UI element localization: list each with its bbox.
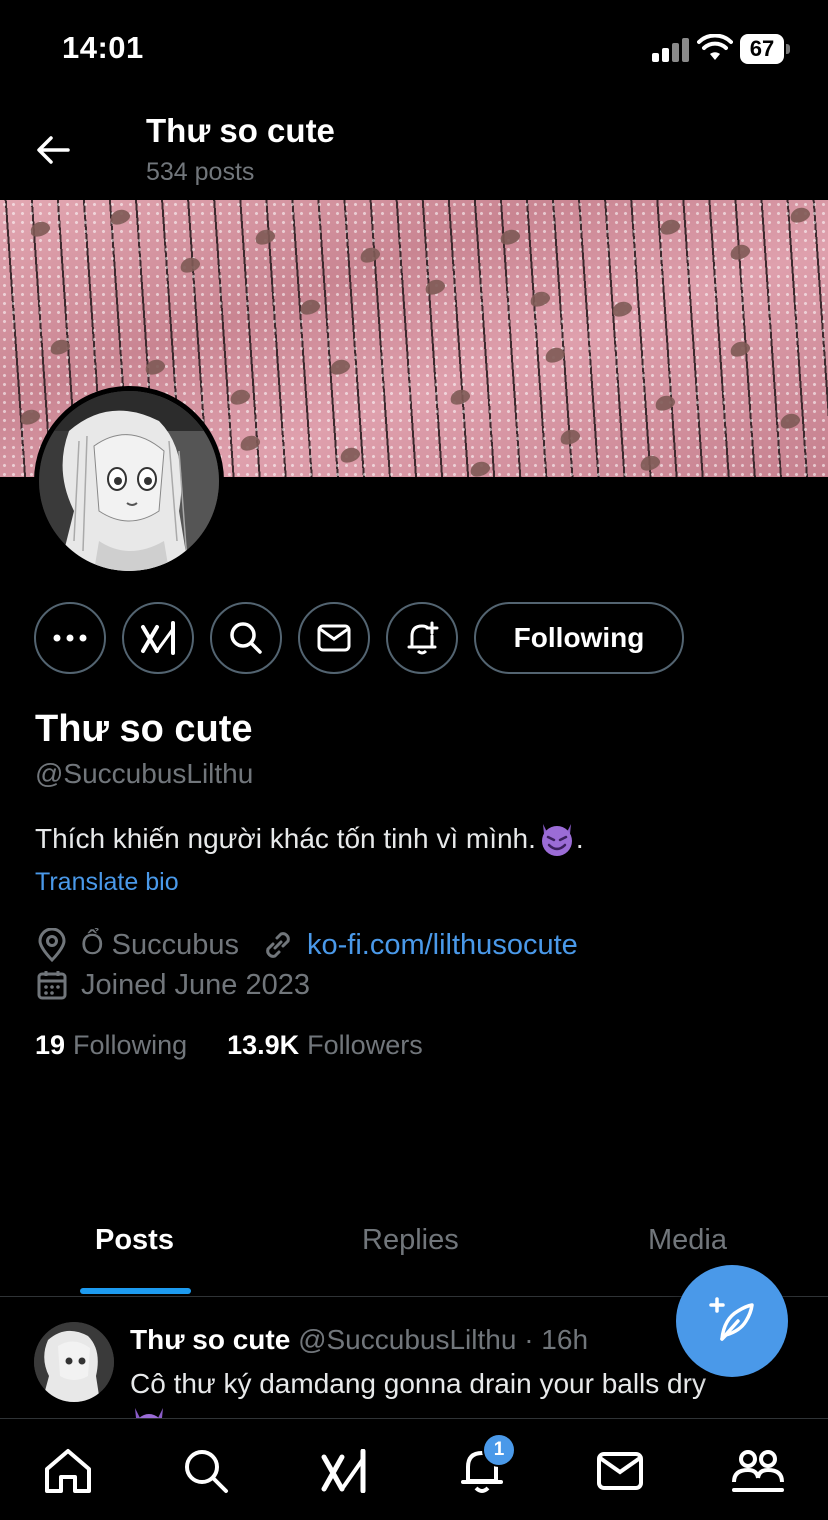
bio-text: Thích khiến người khác tốn tinh vì mình. [35,823,536,854]
search-icon [230,622,262,654]
bio-suffix: . [575,823,584,854]
avatar-illustration [39,391,219,571]
grok-icon [141,621,175,655]
tab-posts[interactable]: Posts [95,1224,174,1257]
smiling-devil-emoji-icon [541,824,572,856]
compose-post-button[interactable] [676,1265,788,1377]
following-count: 19 [35,1030,66,1060]
profile-handle: @SuccubusLilthu [35,758,254,789]
communities-icon [732,1450,784,1492]
nav-home[interactable] [38,1441,98,1501]
nav-search[interactable] [176,1441,236,1501]
compose-feather-plus-icon [709,1297,754,1341]
messages-icon [597,1452,643,1490]
battery-icon: 67 [740,34,790,64]
profile-bio: Thích khiến người khác tốn tinh vì mình.… [35,820,584,858]
search-icon [185,1450,228,1493]
translate-bio-link[interactable]: Translate bio [35,868,179,897]
followers-count: 13.9K [227,1030,300,1060]
nav-messages[interactable] [590,1441,650,1501]
status-time: 14:01 [62,30,144,65]
profile-header: Thư so cute 534 posts [0,100,828,200]
more-dots-icon [53,634,87,642]
calendar-icon [35,968,69,1002]
profile-display-name: Thư so cute [35,708,253,750]
tab-replies[interactable]: Replies [362,1224,459,1257]
following-label: Following [73,1030,188,1060]
link-icon [261,928,295,962]
tab-media[interactable]: Media [648,1224,727,1257]
profile-location: Ổ Succubus [81,928,239,961]
header-post-count: 534 posts [146,158,255,186]
home-icon [45,1449,91,1493]
avatar-illustration [34,1322,114,1402]
profile-joined-date: Joined June 2023 [81,968,310,1001]
notify-button[interactable] [386,602,458,674]
header-title: Thư so cute [146,112,335,149]
envelope-icon [317,624,351,652]
profile-avatar[interactable] [34,386,224,576]
search-profile-button[interactable] [210,602,282,674]
smiling-devil-emoji-icon [135,1408,163,1418]
back-button[interactable] [28,128,78,172]
post-text: Cô thư ký damdang gonna drain your balls… [130,1368,706,1399]
following-button[interactable]: Following [474,602,684,674]
profile-joined-row: Joined June 2023 [35,965,310,1005]
location-pin-icon [35,928,69,962]
back-arrow-icon [37,136,70,164]
nav-grok[interactable] [314,1441,374,1501]
following-stat[interactable]: 19 Following [35,1030,187,1061]
cellular-signal-icon [652,38,690,62]
profile-action-row: Following [34,602,794,674]
post-author-avatar[interactable] [34,1322,114,1402]
bell-plus-icon [407,621,439,655]
post-separator: · [524,1324,534,1355]
wifi-icon [697,34,733,60]
message-button[interactable] [298,602,370,674]
post-header: Thư so cute @SuccubusLilthu · 16h [130,1324,588,1356]
profile-website-link[interactable]: ko-fi.com/lilthusocute [307,929,578,962]
battery-level: 67 [740,34,784,64]
active-tab-indicator [80,1288,191,1294]
notification-badge: 1 [482,1433,516,1467]
bottom-navigation: 1 [0,1418,828,1520]
follow-stats: 19 Following 13.9K Followers [35,1030,423,1061]
post-author-name[interactable]: Thư so cute [130,1324,290,1355]
profile-meta-row: Ổ Succubus ko-fi.com/lilthusocute [35,925,578,965]
followers-stat[interactable]: 13.9K Followers [227,1030,423,1061]
followers-label: Followers [307,1030,423,1060]
grok-icon [321,1449,366,1493]
post-time: 16h [541,1324,589,1355]
nav-communities[interactable] [728,1441,788,1501]
post-author-handle: @SuccubusLilthu [298,1324,517,1355]
grok-button[interactable] [122,602,194,674]
more-options-button[interactable] [34,602,106,674]
status-bar: 14:01 67 [0,0,828,100]
